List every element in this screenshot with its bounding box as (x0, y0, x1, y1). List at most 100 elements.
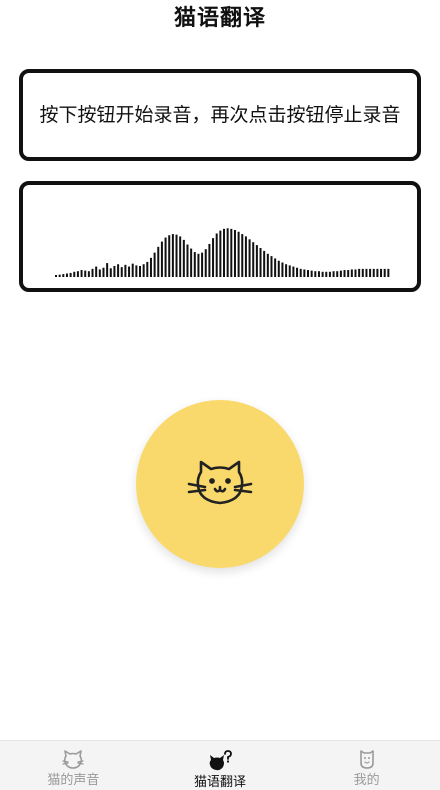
nav-label-cat-sounds: 猫的声音 (47, 773, 100, 788)
app-root: 猫语翻译 按下按钮开始录音，再次点击按钮停止录音 猫的声音 猫语翻译 我的 (0, 0, 440, 790)
waveform-bar (332, 271, 335, 277)
waveform-bar (255, 245, 258, 277)
waveform-bar (252, 242, 255, 277)
waveform-bar (73, 271, 76, 277)
waveform-bar (212, 238, 215, 277)
record-button[interactable] (136, 400, 304, 568)
waveform-bar (303, 269, 306, 277)
waveform-bar (365, 268, 368, 277)
waveform-bar (328, 271, 331, 277)
waveform-bar (160, 241, 163, 277)
waveform-bar (131, 263, 134, 277)
waveform-bar (266, 253, 269, 277)
waveform-bar (347, 270, 350, 277)
waveform-bar (241, 234, 244, 277)
waveform-bar (87, 271, 90, 277)
nav-item-cat-sounds[interactable]: 猫的声音 (0, 741, 147, 790)
cat-head-icon (60, 750, 86, 770)
waveform-bar (76, 271, 79, 277)
waveform-bar (146, 261, 149, 277)
waveform-bar (190, 248, 193, 277)
instruction-text: 按下按钮开始录音，再次点击按钮停止录音 (39, 104, 401, 126)
waveform-bar (336, 271, 339, 277)
waveform-bar (128, 266, 131, 277)
waveform-bar (237, 231, 240, 277)
waveform-bar (175, 234, 178, 277)
nav-label-mine: 我的 (353, 773, 380, 788)
waveform-bar (157, 246, 160, 277)
waveform-bar (233, 230, 236, 277)
waveform-bar (201, 252, 204, 277)
waveform-bar (277, 260, 280, 277)
waveform-bar (84, 270, 87, 277)
waveform-bar (102, 267, 105, 277)
waveform-bar (106, 263, 109, 277)
waveform-bar (259, 248, 262, 277)
profile-cat-icon (354, 750, 380, 770)
waveform-bar (325, 271, 328, 277)
waveform-bar (62, 274, 65, 277)
waveform-bar (358, 268, 361, 277)
waveform-bar (168, 235, 171, 277)
waveform-bar (219, 230, 222, 277)
waveform-bar (383, 268, 386, 277)
nav-item-mine[interactable]: 我的 (293, 741, 440, 790)
waveform-bar (354, 269, 357, 277)
waveform-bar (215, 233, 218, 277)
waveform-bar (58, 274, 61, 277)
waveform-bar (270, 256, 273, 277)
waveform-bar (230, 228, 233, 277)
cat-face-icon (187, 460, 253, 505)
bottom-nav: 猫的声音 猫语翻译 我的 (0, 740, 440, 790)
waveform-bar (171, 234, 174, 277)
waveform-bar (124, 264, 127, 277)
waveform-bar (321, 271, 324, 277)
waveform-bar (307, 270, 310, 277)
waveform-bar (296, 267, 299, 277)
waveform-bar (69, 272, 72, 277)
waveform-card (19, 181, 421, 292)
waveform-bar (91, 268, 94, 277)
waveform-bar (179, 236, 182, 277)
waveform-bar (80, 270, 83, 277)
waveform-bar (244, 236, 247, 277)
waveform-bar (197, 253, 200, 277)
cat-question-icon (207, 750, 233, 772)
waveform-bar (204, 249, 207, 277)
waveform-bar (153, 252, 156, 277)
waveform-bar (361, 268, 364, 277)
waveform-bar (95, 266, 98, 277)
waveform-bar (182, 239, 185, 277)
waveform-bar (208, 243, 211, 277)
page-title: 猫语翻译 (173, 6, 266, 31)
waveform-bar (113, 265, 116, 277)
waveform-bar (142, 264, 145, 277)
waveform-bar (65, 273, 68, 277)
waveform-bar (310, 270, 313, 277)
waveform-bar (149, 257, 152, 277)
waveform-bar (343, 270, 346, 277)
waveform-bar (274, 258, 277, 277)
waveform-bar (299, 268, 302, 277)
waveform-bar (186, 244, 189, 277)
waveform-bar (263, 250, 266, 277)
waveform-bar (135, 265, 138, 277)
waveform-visualizer (55, 228, 390, 277)
nav-label-translate: 猫语翻译 (194, 775, 247, 790)
waveform-bar (139, 265, 142, 277)
waveform-bar (281, 262, 284, 277)
waveform-bar (376, 268, 379, 277)
waveform-bar (380, 268, 383, 277)
waveform-bar (55, 275, 58, 277)
waveform-bar (288, 265, 291, 277)
nav-item-translate[interactable]: 猫语翻译 (147, 741, 294, 790)
waveform-bar (372, 268, 375, 277)
waveform-bar (292, 266, 295, 277)
waveform-bar (387, 268, 390, 277)
waveform-bar (314, 271, 317, 277)
waveform-bar (223, 228, 226, 277)
waveform-bar (248, 239, 251, 277)
waveform-bar (350, 269, 353, 277)
instruction-card: 按下按钮开始录音，再次点击按钮停止录音 (19, 69, 421, 161)
waveform-bar (98, 269, 101, 277)
